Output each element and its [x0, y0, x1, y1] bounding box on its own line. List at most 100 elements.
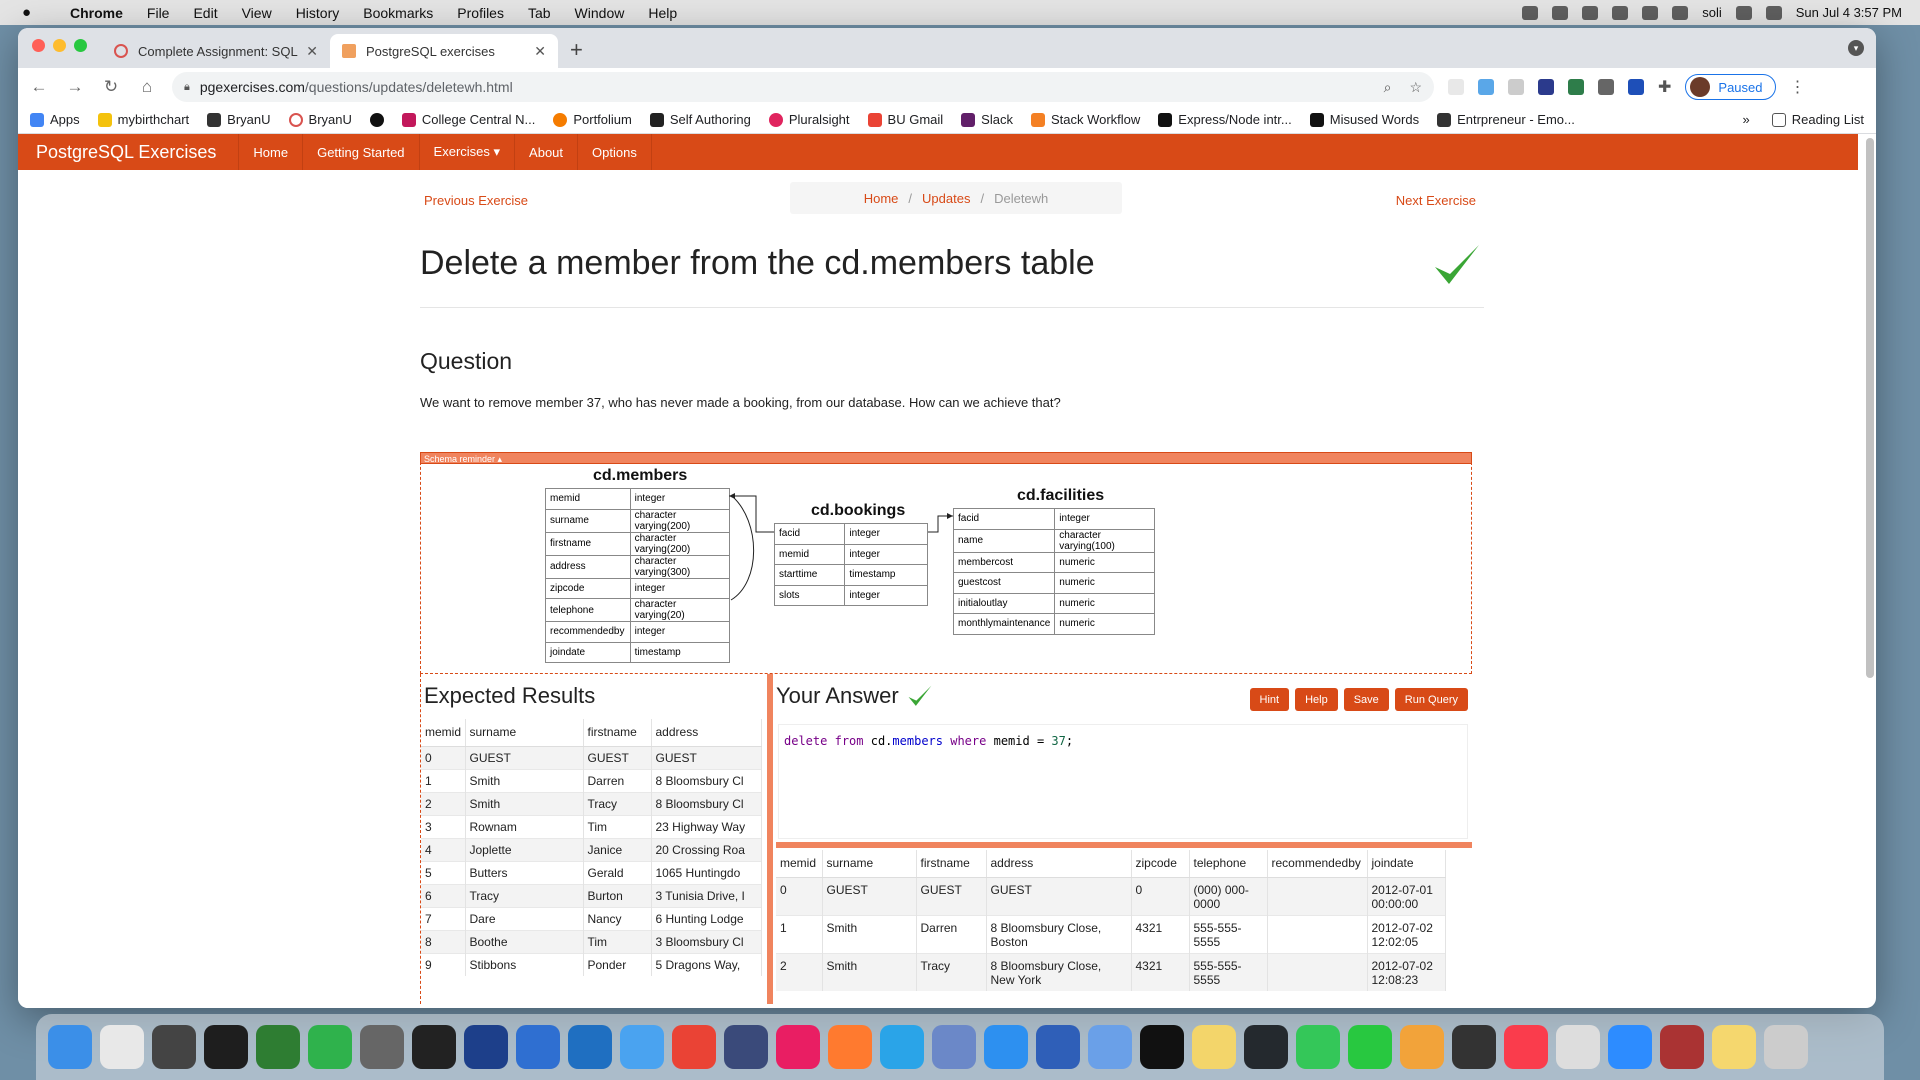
dock-app-icon[interactable]	[100, 1025, 144, 1069]
close-window-button[interactable]	[32, 39, 45, 52]
bookmark-item[interactable]: Express/Node intr...	[1158, 112, 1292, 127]
menu-history[interactable]: History	[284, 5, 352, 21]
save-button[interactable]: Save	[1343, 688, 1389, 711]
bookmark-item[interactable]: Entrpreneur - Emo...	[1437, 112, 1575, 127]
next-exercise-link[interactable]: Next Exercise	[1396, 193, 1476, 208]
site-brand-link[interactable]: PostgreSQL Exercises	[18, 134, 240, 170]
wifi-icon[interactable]	[1672, 5, 1689, 20]
lock-icon[interactable]: 🔒︎	[184, 81, 190, 94]
extension-icon[interactable]	[1568, 79, 1584, 95]
dock-app-icon[interactable]	[932, 1025, 976, 1069]
menu-app-name[interactable]: Chrome	[58, 5, 135, 21]
dock-app-icon[interactable]	[1348, 1025, 1392, 1069]
reading-list-button[interactable]: Reading List	[1771, 112, 1864, 127]
dock-app-icon[interactable]	[516, 1025, 560, 1069]
dock-app-icon[interactable]	[1140, 1025, 1184, 1069]
dock-app-icon[interactable]	[620, 1025, 664, 1069]
dock-app-icon[interactable]	[48, 1025, 92, 1069]
dock-app-icon[interactable]	[1712, 1025, 1756, 1069]
menu-clock[interactable]: Sun Jul 4 3:57 PM	[1796, 5, 1902, 20]
bookmark-item[interactable]: Portfolium	[553, 112, 632, 127]
dock-app-icon[interactable]	[672, 1025, 716, 1069]
dock-app-icon[interactable]	[828, 1025, 872, 1069]
back-icon[interactable]: ←	[28, 77, 50, 97]
nav-about[interactable]: About	[515, 134, 579, 170]
menu-user-name[interactable]: soli	[1702, 5, 1722, 20]
bookmark-item[interactable]: Self Authoring	[649, 112, 751, 127]
control-center-icon[interactable]	[1765, 5, 1782, 20]
menu-help[interactable]: Help	[636, 5, 689, 21]
help-button[interactable]: Help	[1295, 688, 1338, 711]
nav-options[interactable]: Options	[578, 134, 652, 170]
profile-button[interactable]: Paused	[1685, 74, 1776, 100]
bookmark-item[interactable]: College Central N...	[401, 112, 535, 127]
editor-results-divider[interactable]	[776, 842, 1472, 848]
dock-app-icon[interactable]	[984, 1025, 1028, 1069]
dock-app-icon[interactable]	[1192, 1025, 1236, 1069]
dock-app-icon[interactable]	[880, 1025, 924, 1069]
dock-app-icon[interactable]	[1400, 1025, 1444, 1069]
dock-app-icon[interactable]	[256, 1025, 300, 1069]
menu-tab[interactable]: Tab	[516, 5, 563, 21]
dock-app-icon[interactable]	[1608, 1025, 1652, 1069]
extension-icon[interactable]	[1538, 79, 1554, 95]
extension-icon[interactable]	[1478, 79, 1494, 95]
menu-window[interactable]: Window	[563, 5, 637, 21]
tab-sql-assignment[interactable]: Complete Assignment: SQL Pr ✕	[102, 34, 330, 68]
nav-getting-started[interactable]: Getting Started	[303, 134, 420, 170]
bookmark-item[interactable]: BU Gmail	[867, 112, 943, 127]
dock-app-icon[interactable]	[724, 1025, 768, 1069]
bookmarks-overflow-button[interactable]: »	[1742, 112, 1749, 127]
dock-app-icon[interactable]	[568, 1025, 612, 1069]
browser-menu-icon[interactable]: ⋮	[1790, 77, 1806, 97]
dock-app-icon[interactable]	[360, 1025, 404, 1069]
bookmark-item[interactable]: Slack	[961, 112, 1013, 127]
bookmark-apps[interactable]: Apps	[30, 112, 80, 127]
zoom-icon[interactable]: ⌕	[1384, 79, 1392, 96]
run-query-button[interactable]: Run Query	[1394, 688, 1468, 711]
dock-app-icon[interactable]	[776, 1025, 820, 1069]
dock-app-icon[interactable]	[464, 1025, 508, 1069]
tab-postgresql-exercises[interactable]: PostgreSQL exercises ✕	[330, 34, 558, 68]
close-tab-icon[interactable]: ✕	[534, 43, 546, 60]
spotlight-search-icon[interactable]	[1735, 5, 1752, 20]
close-tab-icon[interactable]: ✕	[306, 43, 318, 60]
address-bar[interactable]: 🔒︎ pgexercises.com/questions/updates/del…	[172, 72, 1434, 102]
extension-icon[interactable]	[1598, 79, 1614, 95]
volume-icon[interactable]	[1612, 5, 1629, 20]
tab-search-icon[interactable]: ▾	[1848, 40, 1864, 56]
menu-file[interactable]: File	[135, 5, 182, 21]
menu-edit[interactable]: Edit	[181, 5, 229, 21]
menu-profiles[interactable]: Profiles	[445, 5, 516, 21]
dock-app-icon[interactable]	[1504, 1025, 1548, 1069]
new-tab-button[interactable]: +	[570, 37, 583, 63]
hint-button[interactable]: Hint	[1249, 688, 1290, 711]
nav-exercises-dropdown[interactable]: Exercises ▾	[420, 134, 516, 170]
time-machine-icon[interactable]	[1552, 5, 1569, 20]
dock-app-icon[interactable]	[308, 1025, 352, 1069]
bookmark-item[interactable]: Stack Workflow	[1030, 112, 1140, 127]
bluetooth-icon[interactable]	[1642, 5, 1659, 20]
dock-app-icon[interactable]	[1244, 1025, 1288, 1069]
battery-icon[interactable]	[1582, 5, 1599, 20]
dock-app-icon[interactable]	[1296, 1025, 1340, 1069]
dock-app-icon[interactable]	[204, 1025, 248, 1069]
dock-app-icon[interactable]	[412, 1025, 456, 1069]
apple-menu-icon[interactable]: ●	[22, 4, 40, 21]
dock-app-icon[interactable]	[1556, 1025, 1600, 1069]
dock-app-icon[interactable]	[1088, 1025, 1132, 1069]
extension-icon[interactable]	[1448, 79, 1464, 95]
extensions-puzzle-icon[interactable]: ✚	[1658, 77, 1671, 97]
bookmark-github[interactable]	[369, 112, 384, 127]
bookmark-item[interactable]: BryanU	[288, 112, 352, 127]
page-scrollbar[interactable]	[1866, 138, 1874, 678]
dock-app-icon[interactable]	[1764, 1025, 1808, 1069]
reload-icon[interactable]: ↻	[100, 77, 122, 97]
dock-app-icon[interactable]	[1036, 1025, 1080, 1069]
zoom-window-button[interactable]	[74, 39, 87, 52]
home-icon[interactable]: ⌂	[136, 77, 158, 97]
bookmark-item[interactable]: mybirthchart	[97, 112, 189, 127]
breadcrumb-home[interactable]: Home	[864, 191, 899, 206]
dock-app-icon[interactable]	[152, 1025, 196, 1069]
previous-exercise-link[interactable]: Previous Exercise	[424, 193, 528, 208]
